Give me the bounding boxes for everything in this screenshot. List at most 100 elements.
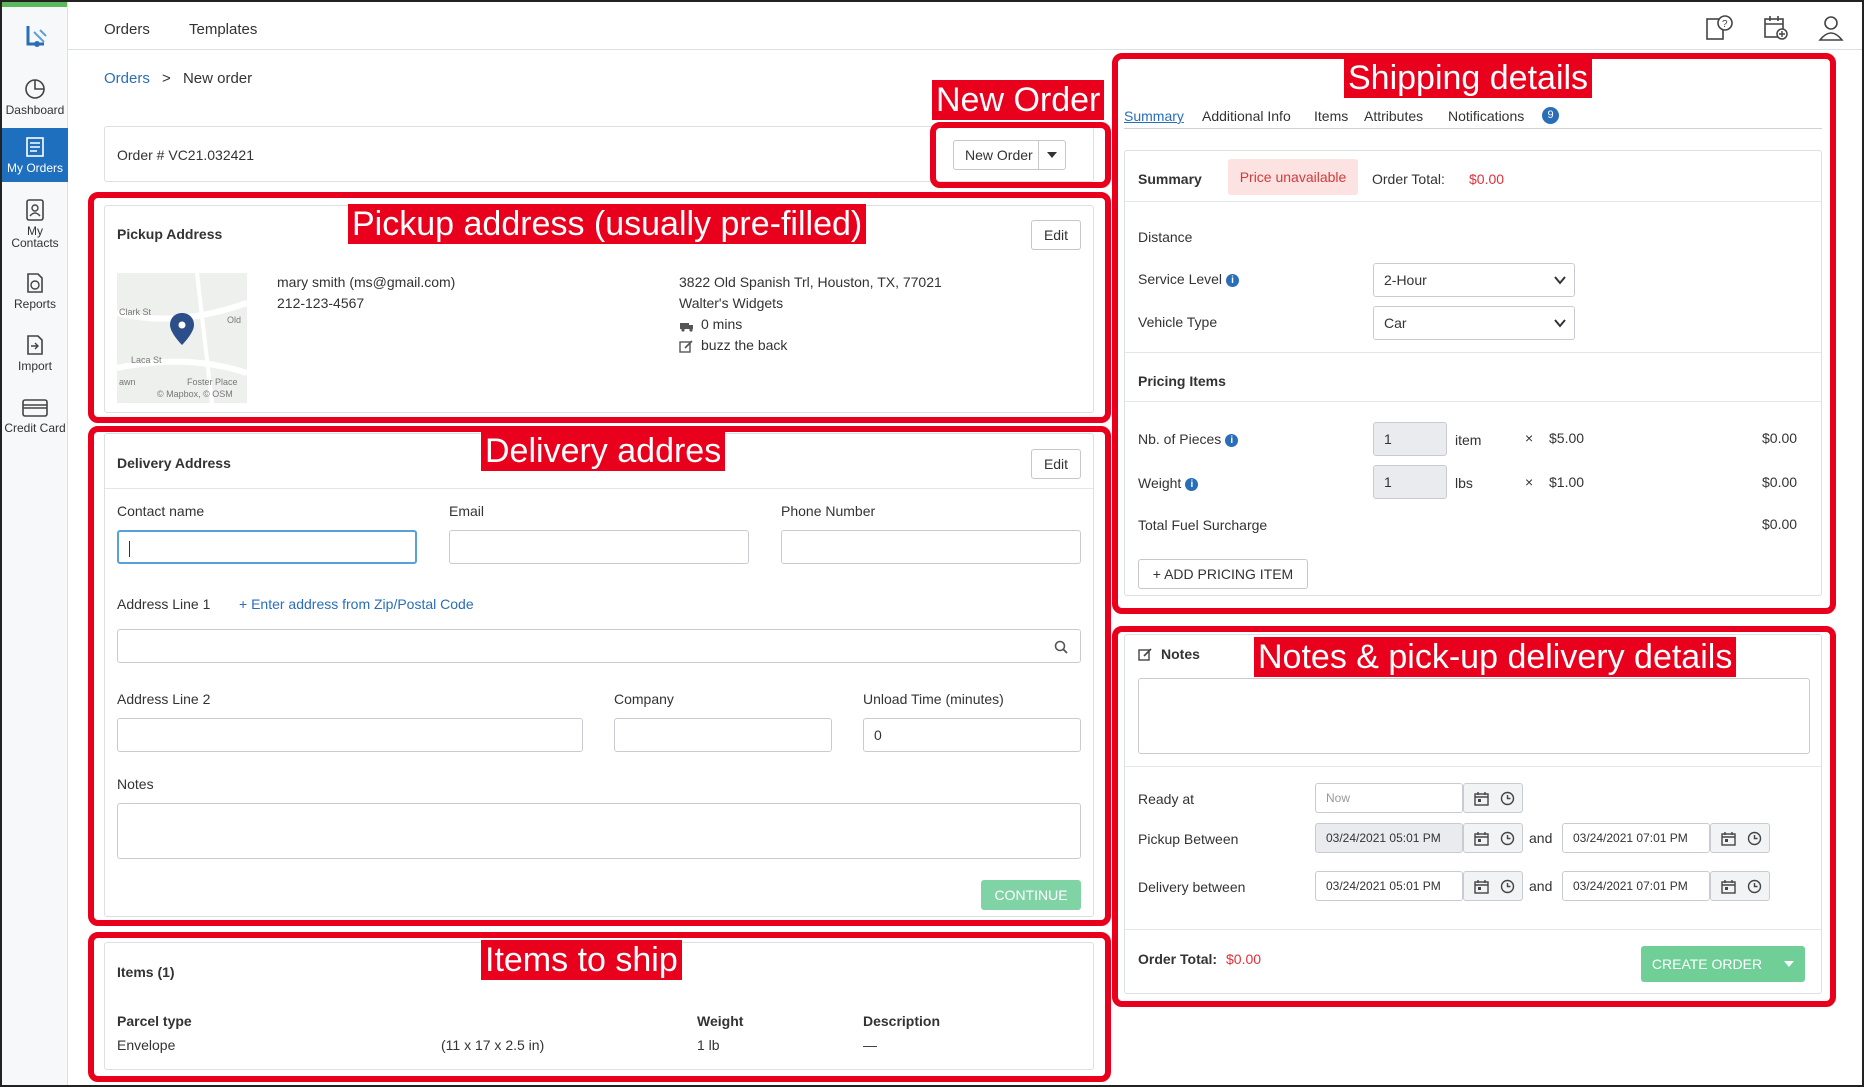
notes-title: Notes bbox=[1161, 646, 1200, 662]
pickup-map[interactable]: Clark St Old Laca St awn Foster Place © … bbox=[117, 273, 247, 403]
divider bbox=[1125, 766, 1821, 767]
nav-orders[interactable]: Orders bbox=[104, 21, 150, 38]
pieces-input[interactable]: 1 bbox=[1373, 422, 1447, 456]
map-label: Old bbox=[227, 315, 242, 325]
notes-textarea[interactable] bbox=[1138, 678, 1810, 754]
divider bbox=[105, 488, 1093, 489]
calendar-icon[interactable] bbox=[1474, 879, 1489, 894]
tab-items[interactable]: Items bbox=[1314, 108, 1348, 124]
delivery-between-label: Delivery between bbox=[1138, 879, 1246, 895]
delivery-notes-textarea[interactable] bbox=[117, 803, 1081, 859]
divider bbox=[1125, 929, 1821, 930]
search-icon[interactable] bbox=[1054, 640, 1068, 654]
address-line-2-label: Address Line 2 bbox=[117, 691, 211, 707]
add-pricing-item-button[interactable]: + ADD PRICING ITEM bbox=[1138, 559, 1308, 589]
order-total-value: $0.00 bbox=[1469, 171, 1505, 187]
sidebar: Dashboard My Orders My Contacts Reports … bbox=[2, 2, 68, 1085]
nav-templates[interactable]: Templates bbox=[189, 21, 257, 38]
calendar-icon[interactable] bbox=[1721, 831, 1736, 846]
map-label: Clark St bbox=[119, 307, 152, 317]
pickup-phone: 212-123-4567 bbox=[277, 295, 365, 311]
clock-icon[interactable] bbox=[1747, 831, 1762, 846]
address-line-1-input[interactable] bbox=[117, 629, 1081, 663]
email-input[interactable] bbox=[449, 530, 749, 564]
pieces-unit: item bbox=[1455, 432, 1482, 448]
annotation-label-delivery: Delivery addres bbox=[481, 431, 726, 471]
pickup-from-input[interactable]: 03/24/2021 05:01 PM bbox=[1315, 823, 1463, 853]
notes-card: Notes Ready at Now Pickup Between 03/24/… bbox=[1124, 634, 1822, 994]
dashboard-icon bbox=[25, 79, 45, 99]
tab-summary[interactable]: Summary bbox=[1124, 108, 1184, 124]
fuel-surcharge-total: $0.00 bbox=[1762, 516, 1798, 532]
calendar-icon[interactable] bbox=[1721, 879, 1736, 894]
tab-attributes[interactable]: Attributes bbox=[1364, 108, 1423, 124]
new-order-button[interactable]: New Order bbox=[953, 140, 1066, 170]
create-order-button[interactable]: CREATE ORDER bbox=[1641, 946, 1805, 982]
pickup-street-address: 3822 Old Spanish Trl, Houston, TX, 77021 bbox=[679, 274, 942, 290]
sidebar-item-label: My Orders bbox=[6, 161, 63, 175]
user-icon[interactable] bbox=[1818, 14, 1844, 42]
weight-input[interactable]: 1 bbox=[1373, 465, 1447, 499]
clock-icon[interactable] bbox=[1747, 879, 1762, 894]
chevron-down-icon[interactable] bbox=[1784, 960, 1794, 968]
pieces-label: Nb. of Pieces i bbox=[1138, 431, 1239, 447]
price-unavailable-badge: Price unavailable bbox=[1228, 159, 1358, 195]
vehicle-type-value: Car bbox=[1384, 315, 1407, 331]
sidebar-item-label: Dashboard bbox=[5, 103, 65, 117]
contact-name-input[interactable] bbox=[117, 530, 417, 564]
weight-label: Weight i bbox=[1138, 475, 1199, 491]
delivery-edit-button[interactable]: Edit bbox=[1031, 449, 1081, 479]
unload-time-input[interactable]: 0 bbox=[863, 718, 1081, 752]
clock-icon[interactable] bbox=[1500, 831, 1515, 846]
delivery-to-input[interactable]: 03/24/2021 07:01 PM bbox=[1562, 871, 1710, 901]
continue-button[interactable]: CONTINUE bbox=[981, 880, 1081, 910]
zip-lookup-link[interactable]: + Enter address from Zip/Postal Code bbox=[239, 596, 474, 612]
service-level-select[interactable]: 2-Hour bbox=[1373, 263, 1575, 297]
credit-card-icon bbox=[22, 399, 48, 417]
delivery-from-input[interactable]: 03/24/2021 05:01 PM bbox=[1315, 871, 1463, 901]
calendar-icon[interactable] bbox=[1474, 831, 1489, 846]
breadcrumb-orders-link[interactable]: Orders bbox=[104, 70, 150, 87]
item-weight: 1 lb bbox=[697, 1037, 720, 1053]
order-total-label: Order Total: bbox=[1372, 171, 1445, 187]
company-input[interactable] bbox=[614, 718, 832, 752]
help-guide-icon[interactable]: ? bbox=[1704, 14, 1734, 42]
divider bbox=[1125, 401, 1821, 402]
weight-total: $0.00 bbox=[1762, 474, 1798, 490]
info-icon[interactable]: i bbox=[1225, 433, 1239, 447]
vehicle-type-select[interactable]: Car bbox=[1373, 306, 1575, 340]
info-icon[interactable]: i bbox=[1185, 477, 1199, 491]
phone-label: Phone Number bbox=[781, 503, 876, 519]
clock-icon[interactable] bbox=[1500, 879, 1515, 894]
info-icon[interactable]: i bbox=[1226, 273, 1240, 287]
loading-truck-icon bbox=[680, 323, 693, 332]
app-logo-icon[interactable] bbox=[22, 24, 48, 54]
contact-name-label: Contact name bbox=[117, 503, 205, 519]
item-dimensions: (11 x 17 x 2.5 in) bbox=[441, 1037, 545, 1053]
sidebar-item-dashboard[interactable]: Dashboard bbox=[2, 76, 68, 124]
pickup-company: Walter's Widgets bbox=[679, 295, 784, 311]
text-cursor bbox=[129, 541, 130, 558]
ready-at-input[interactable]: Now bbox=[1315, 783, 1463, 813]
chevron-down-icon[interactable] bbox=[1047, 151, 1057, 159]
sidebar-item-my-contacts[interactable]: My Contacts bbox=[2, 198, 68, 249]
address-line-2-input[interactable] bbox=[117, 718, 583, 752]
button-divider bbox=[1038, 141, 1039, 169]
phone-input[interactable] bbox=[781, 530, 1081, 564]
clock-icon[interactable] bbox=[1500, 791, 1515, 806]
calendar-add-icon[interactable] bbox=[1762, 14, 1790, 42]
sidebar-item-credit-card[interactable]: Credit Card bbox=[2, 398, 68, 438]
sidebar-item-reports[interactable]: Reports bbox=[2, 272, 68, 312]
tab-additional-info[interactable]: Additional Info bbox=[1202, 108, 1291, 124]
breadcrumb-current: New order bbox=[182, 70, 253, 87]
sidebar-item-import[interactable]: Import bbox=[2, 334, 68, 374]
tab-notifications[interactable]: Notifications bbox=[1448, 108, 1524, 124]
items-header-description: Description bbox=[863, 1013, 941, 1029]
pickup-to-input[interactable]: 03/24/2021 07:01 PM bbox=[1562, 823, 1710, 853]
sidebar-item-my-orders[interactable]: My Orders bbox=[2, 128, 68, 182]
tabs-divider bbox=[1124, 128, 1822, 129]
pickup-edit-button[interactable]: Edit bbox=[1031, 220, 1081, 250]
shipping-summary-card: Summary Price unavailable Order Total: $… bbox=[1124, 150, 1822, 596]
calendar-icon[interactable] bbox=[1474, 791, 1489, 806]
items-title: Items (1) bbox=[117, 964, 175, 980]
